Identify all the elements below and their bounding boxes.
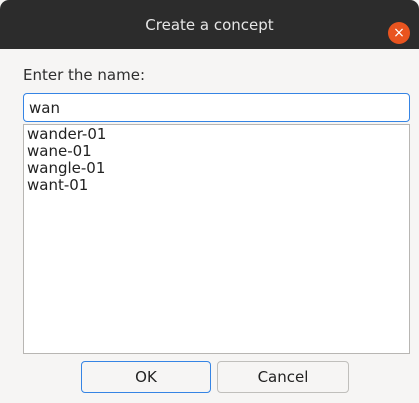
suggestion-item[interactable]: wane-01 bbox=[24, 143, 409, 160]
suggestion-item[interactable]: want-01 bbox=[24, 177, 409, 194]
create-concept-dialog: Create a concept × Enter the name: wande… bbox=[0, 0, 419, 403]
cancel-button[interactable]: Cancel bbox=[217, 361, 349, 393]
name-label: Enter the name: bbox=[23, 66, 146, 84]
suggestion-item[interactable]: wander-01 bbox=[24, 126, 409, 143]
titlebar: Create a concept × bbox=[0, 0, 419, 49]
close-icon: × bbox=[393, 25, 405, 41]
suggestion-list[interactable]: wander-01 wane-01 wangle-01 want-01 bbox=[23, 124, 410, 354]
name-input[interactable] bbox=[23, 93, 410, 122]
ok-button[interactable]: OK bbox=[81, 361, 211, 393]
dialog-title: Create a concept bbox=[145, 16, 274, 34]
close-button[interactable]: × bbox=[388, 22, 410, 44]
suggestion-item[interactable]: wangle-01 bbox=[24, 160, 409, 177]
